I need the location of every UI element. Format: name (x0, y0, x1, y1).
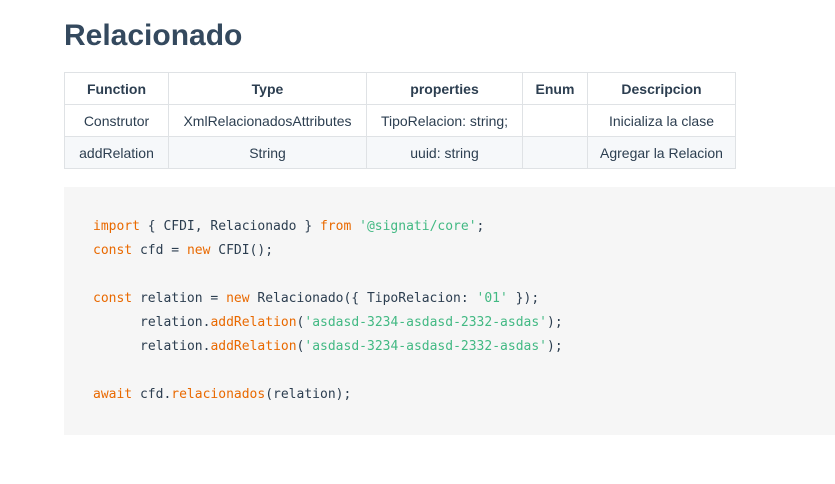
code-text: ); (547, 339, 563, 354)
string-literal: '01' (476, 291, 508, 306)
cell-enum (522, 104, 588, 137)
keyword-await: await (93, 387, 133, 402)
cell-type: String (168, 136, 367, 169)
code-text: }); (507, 291, 540, 306)
code-line-import: import { CFDI, Relacionado } from '@sign… (93, 215, 563, 239)
keyword-const: const (93, 243, 133, 258)
code-line-add-relation: relation.addRelation('asdasd-3234-asdasd… (93, 311, 563, 335)
code-text: ; (476, 219, 485, 234)
code-text: relation. (140, 339, 211, 354)
code-text: ); (547, 315, 563, 330)
code-text: (relation); (265, 387, 352, 402)
keyword-new: new (226, 291, 250, 306)
code-text: CFDI(); (210, 243, 274, 258)
cell-descripcion: Inicializa la clase (587, 104, 736, 137)
method-name: addRelation (210, 315, 297, 330)
string-literal: 'asdasd-3234-asdasd-2332-asdas' (304, 315, 548, 330)
cell-descripcion: Agregar la Relacion (587, 136, 736, 169)
table-row: addRelation String uuid: string Agregar … (64, 136, 736, 169)
cell-function: Construtor (64, 104, 169, 137)
code-text: { CFDI, Relacionado } (139, 219, 320, 234)
cell-properties: TipoRelacion: string; (366, 104, 523, 137)
string-literal: 'asdasd-3234-asdasd-2332-asdas' (304, 339, 548, 354)
header-properties: properties (366, 72, 523, 105)
table-row: Construtor XmlRelacionadosAttributes Tip… (64, 104, 736, 137)
code-line-add-relation: relation.addRelation('asdasd-3234-asdasd… (93, 335, 563, 359)
keyword-import: import (93, 219, 140, 234)
code-lines: import { CFDI, Relacionado } from '@sign… (93, 215, 563, 407)
header-type: Type (168, 72, 367, 105)
code-line-cfd: const cfd = new CFDI(); (93, 239, 563, 263)
header-enum: Enum (522, 72, 588, 105)
code-block: import { CFDI, Relacionado } from '@sign… (64, 187, 835, 435)
header-descripcion: Descripcion (587, 72, 736, 105)
cell-type: XmlRelacionadosAttributes (168, 104, 367, 137)
header-function: Function (64, 72, 169, 105)
cell-enum (522, 136, 588, 169)
code-text: cfd. (132, 387, 172, 402)
keyword-new: new (186, 243, 211, 258)
code-line-relation: const relation = new Relacionado({ TipoR… (93, 287, 563, 311)
code-text: relation = (132, 291, 227, 306)
keyword-const: const (93, 291, 133, 306)
api-table: Function Type properties Enum Descripcio… (64, 72, 736, 169)
method-name: relacionados (171, 387, 266, 402)
code-line-await: await cfd.relacionados(relation); (93, 383, 563, 407)
cell-function: addRelation (64, 136, 169, 169)
code-text: cfd = (132, 243, 187, 258)
keyword-from: from (319, 219, 352, 234)
code-text: Relacionado({ TipoRelacion: (249, 291, 477, 306)
method-name: addRelation (210, 339, 297, 354)
table-header-row: Function Type properties Enum Descripcio… (64, 72, 736, 105)
code-text: relation. (140, 315, 211, 330)
string-literal: '@signati/core' (359, 219, 477, 234)
cell-properties: uuid: string (366, 136, 523, 169)
page-title: Relacionado (64, 19, 243, 52)
